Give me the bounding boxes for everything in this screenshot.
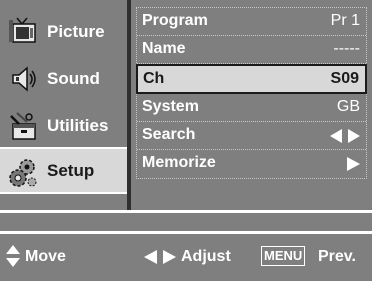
left-right-arrows-icon <box>144 250 176 264</box>
row-label: Name <box>142 40 186 57</box>
row-label: Memorize <box>142 154 216 171</box>
sidebar: Picture Sound Utilities Setup <box>0 0 127 210</box>
row-search[interactable]: Search <box>137 122 366 150</box>
status-strip <box>0 213 372 231</box>
row-name[interactable]: Name ----- <box>137 36 366 64</box>
row-label: Search <box>142 126 196 143</box>
settings-list: Program Pr 1 Name ----- Ch S09 System GB… <box>136 7 367 179</box>
row-label: System <box>142 98 199 115</box>
row-value: S09 <box>330 70 359 87</box>
help-bar: Move Adjust MENU Prev. <box>0 231 372 281</box>
speaker-icon <box>7 63 39 95</box>
move-hint: Move <box>25 248 66 265</box>
left-right-arrows-icon <box>330 129 360 143</box>
row-value: Pr 1 <box>330 12 360 29</box>
row-value: ----- <box>333 40 360 57</box>
row-label: Program <box>142 12 208 29</box>
adjust-hint: Adjust <box>181 248 231 265</box>
sidebar-item-label: Sound <box>47 69 100 88</box>
picture-icon <box>7 16 39 48</box>
gears-icon <box>7 157 39 189</box>
row-value: GB <box>336 98 360 115</box>
sidebar-item-label: Setup <box>47 161 95 180</box>
prev-hint: Prev. <box>318 248 356 265</box>
sidebar-item-setup[interactable]: Setup <box>0 147 127 194</box>
row-memorize[interactable]: Memorize <box>137 150 366 178</box>
right-arrow-icon <box>347 157 360 171</box>
menu-key-badge: MENU <box>261 246 306 266</box>
sidebar-item-utilities[interactable]: Utilities <box>0 102 127 149</box>
sidebar-item-label: Picture <box>47 22 105 41</box>
up-down-arrows-icon <box>6 245 20 267</box>
toolbox-icon <box>7 110 39 142</box>
sidebar-item-picture[interactable]: Picture <box>0 8 127 55</box>
setup-panel: Program Pr 1 Name ----- Ch S09 System GB… <box>131 0 372 210</box>
sidebar-item-label: Utilities <box>47 116 109 135</box>
sidebar-item-sound[interactable]: Sound <box>0 55 127 102</box>
row-program[interactable]: Program Pr 1 <box>137 8 366 36</box>
row-ch[interactable]: Ch S09 <box>136 64 367 94</box>
row-label: Ch <box>143 70 165 87</box>
row-system[interactable]: System GB <box>137 94 366 122</box>
